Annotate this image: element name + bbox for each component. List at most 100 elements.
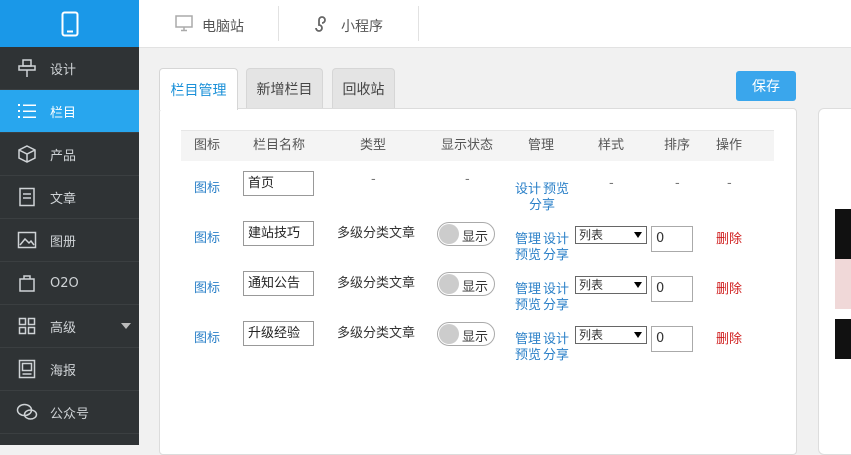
row-share-link[interactable]: 分享: [529, 194, 555, 213]
mini-program-label: 小程序: [341, 19, 383, 35]
sidebar-item-label: 高级: [50, 320, 77, 336]
tab-recycle-bin[interactable]: 回收站: [332, 68, 395, 109]
sidebar: 设计 栏目 产品 文章 图册 O2O 高级 海报 公众号: [0, 0, 139, 445]
header-style: 样式: [597, 138, 624, 153]
sidebar-item-advanced[interactable]: 高级: [0, 305, 139, 348]
sidebar-item-articles[interactable]: 文章: [0, 176, 139, 219]
style-select-value: 列表: [579, 228, 604, 242]
desktop-site-label: 电脑站: [202, 19, 244, 35]
toggle-label: 显示: [462, 230, 489, 245]
preview-image: [835, 209, 851, 259]
poster-icon: [16, 358, 38, 380]
table-header: 图标 栏目名称 类型 显示状态 管理 样式 排序 操作: [181, 130, 774, 161]
tab-add-column[interactable]: 新增栏目: [246, 68, 323, 109]
header-order: 排序: [663, 138, 690, 153]
column-name-input[interactable]: 首页: [243, 171, 314, 196]
order-input[interactable]: 0: [651, 226, 693, 252]
sidebar-item-design[interactable]: 设计: [0, 47, 139, 90]
preview-image: [835, 319, 851, 359]
style-select[interactable]: 列表: [575, 226, 647, 244]
save-button[interactable]: 保存: [736, 71, 796, 101]
header-type: 类型: [359, 138, 386, 153]
row-type: 多级分类文章: [337, 276, 416, 291]
toggle-knob: [439, 224, 459, 244]
row-action: -: [727, 176, 732, 191]
tab-mini-program[interactable]: 小程序: [279, 0, 419, 47]
sidebar-item-poster[interactable]: 海报: [0, 348, 139, 391]
grid-icon: [16, 315, 38, 337]
row-preview-link[interactable]: 预览: [515, 244, 541, 263]
row-icon-link[interactable]: 图标: [194, 177, 220, 196]
sidebar-item-o2o[interactable]: O2O: [0, 262, 139, 305]
phone-preview-panel: [818, 108, 851, 455]
sidebar-item-label: 海报: [50, 363, 77, 379]
sidebar-item-album[interactable]: 图册: [0, 219, 139, 262]
row-style: -: [609, 176, 614, 191]
row-type: -: [371, 172, 376, 187]
style-select-value: 列表: [579, 328, 604, 342]
tab-desktop-site[interactable]: 电脑站: [139, 0, 279, 47]
chevron-down-icon: [634, 332, 642, 338]
row-status: -: [465, 172, 470, 187]
divider: [418, 6, 419, 41]
row-icon-link[interactable]: 图标: [194, 327, 220, 346]
mini-program-icon: [315, 16, 326, 32]
toggle-knob: [439, 324, 459, 344]
topbar: 电脑站 小程序: [139, 0, 851, 48]
display-toggle[interactable]: 显示: [437, 272, 495, 296]
row-icon-link[interactable]: 图标: [194, 277, 220, 296]
toggle-label: 显示: [462, 280, 489, 295]
delete-button[interactable]: 删除: [716, 278, 742, 297]
chevron-down-icon: [634, 232, 642, 238]
header-action: 操作: [715, 138, 742, 153]
delete-button[interactable]: 删除: [716, 328, 742, 347]
order-input[interactable]: 0: [651, 276, 693, 302]
chevron-down-icon: [634, 282, 642, 288]
sidebar-item-label: O2O: [50, 275, 79, 291]
design-icon: [16, 57, 38, 79]
sidebar-item-label: 设计: [50, 62, 77, 78]
row-share-link[interactable]: 分享: [543, 294, 569, 313]
toggle-knob: [439, 274, 459, 294]
tab-column-manage[interactable]: 栏目管理: [159, 68, 238, 110]
display-toggle[interactable]: 显示: [437, 222, 495, 246]
row-type: 多级分类文章: [337, 326, 416, 341]
image-icon: [16, 229, 38, 251]
header-name: 栏目名称: [252, 138, 305, 153]
logo[interactable]: [0, 0, 139, 47]
sidebar-item-label: 公众号: [50, 406, 90, 422]
row-icon-link[interactable]: 图标: [194, 227, 220, 246]
sidebar-item-label: 栏目: [50, 105, 77, 121]
monitor-icon: [175, 15, 193, 32]
header-icon: 图标: [193, 138, 220, 153]
delete-button[interactable]: 删除: [716, 228, 742, 247]
column-name-input[interactable]: 通知公告: [243, 271, 314, 296]
order-input[interactable]: 0: [651, 326, 693, 352]
column-name-input[interactable]: 升级经验: [243, 321, 314, 346]
sidebar-item-label: 产品: [50, 148, 77, 164]
list-icon: [16, 100, 38, 122]
document-icon: [16, 186, 38, 208]
sidebar-item-columns[interactable]: 栏目: [0, 90, 139, 133]
header-status: 显示状态: [440, 138, 493, 153]
bag-icon: [16, 272, 38, 294]
phone-icon: [61, 11, 78, 36]
preview-image: [835, 259, 851, 309]
chevron-down-icon: [121, 323, 131, 329]
column-name-input[interactable]: 建站技巧: [243, 221, 314, 246]
sidebar-item-label: 文章: [50, 191, 77, 207]
sidebar-item-wechat[interactable]: 公众号: [0, 391, 139, 434]
wechat-icon: [16, 401, 38, 423]
style-select[interactable]: 列表: [575, 326, 647, 344]
toggle-label: 显示: [462, 330, 489, 345]
header-manage: 管理: [527, 138, 554, 153]
row-preview-link[interactable]: 预览: [515, 344, 541, 363]
display-toggle[interactable]: 显示: [437, 322, 495, 346]
sidebar-item-products[interactable]: 产品: [0, 133, 139, 176]
style-select-value: 列表: [579, 278, 604, 292]
row-preview-link[interactable]: 预览: [515, 294, 541, 313]
row-type: 多级分类文章: [337, 226, 416, 241]
row-share-link[interactable]: 分享: [543, 344, 569, 363]
style-select[interactable]: 列表: [575, 276, 647, 294]
row-share-link[interactable]: 分享: [543, 244, 569, 263]
